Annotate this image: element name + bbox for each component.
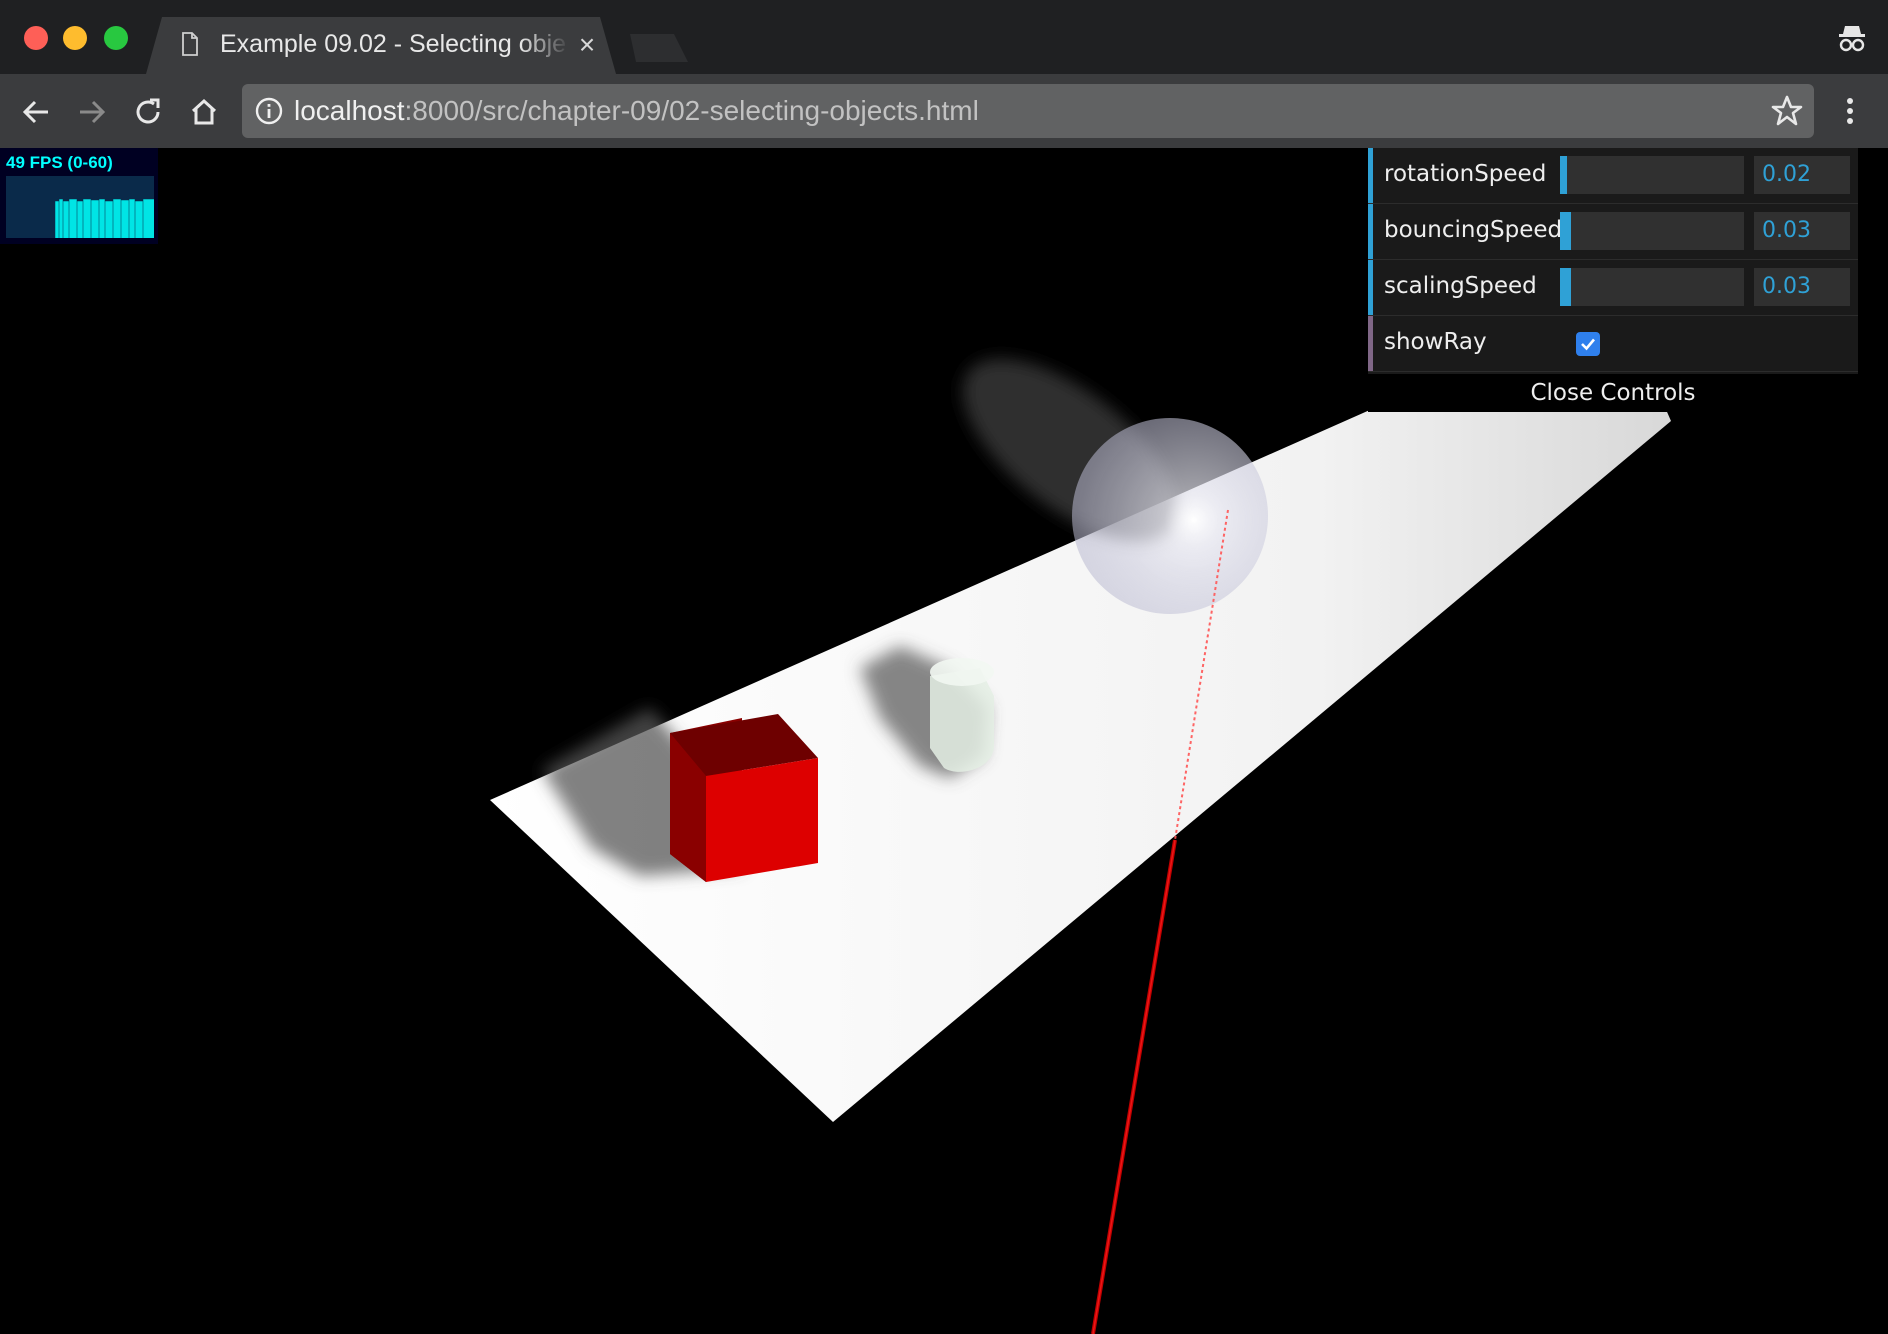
row-accent [1368,204,1373,259]
red-cube[interactable] [670,714,818,882]
window-minimize-button[interactable] [63,26,87,50]
fps-graph [6,176,155,238]
tab-title: Example 09.02 - Selecting objects [220,30,565,58]
control-row-show-ray: showRay [1368,316,1858,372]
show-ray-checkbox[interactable] [1576,332,1600,356]
close-controls-button[interactable]: Close Controls [1368,374,1858,412]
reload-icon[interactable] [128,92,168,132]
slider-fill [1560,268,1572,306]
control-label: rotationSpeed [1384,161,1547,187]
cylinder[interactable] [930,658,994,772]
row-accent [1368,148,1373,203]
checkmark-icon [1581,338,1595,351]
tab-close-icon[interactable]: × [574,28,600,62]
info-icon[interactable] [254,96,284,126]
slider-fill [1560,156,1568,194]
row-accent [1368,316,1373,371]
url-path: :8000/src/chapter-09/02-selecting-object… [404,95,979,126]
control-label: bouncingSpeed [1384,217,1563,243]
document-icon [182,32,198,56]
control-row-bouncing-speed: bouncingSpeed 0.03 [1368,204,1858,260]
forward-arrow-icon[interactable] [72,92,112,132]
kebab-menu-icon[interactable] [1840,94,1860,128]
window-zoom-button[interactable] [104,26,128,50]
control-row-scaling-speed: scalingSpeed 0.03 [1368,260,1858,316]
row-accent [1368,260,1373,315]
bouncing-speed-slider[interactable] [1560,212,1744,250]
url-host: localhost [294,95,405,126]
window-close-button[interactable] [24,26,48,50]
rotation-speed-slider[interactable] [1560,156,1744,194]
control-label: scalingSpeed [1384,273,1537,299]
scaling-speed-slider[interactable] [1560,268,1744,306]
address-url[interactable]: localhost:8000/src/chapter-09/02-selecti… [294,94,979,128]
webgl-canvas[interactable]: 49 FPS (0-60) rotationSpeed 0.02 bouncin… [0,148,1888,1334]
sphere[interactable] [1072,418,1268,614]
back-arrow-icon[interactable] [16,92,56,132]
control-row-rotation-speed: rotationSpeed 0.02 [1368,148,1858,204]
incognito-icon [1836,22,1868,54]
bouncing-speed-input[interactable]: 0.03 [1754,212,1850,250]
dat-gui-panel: rotationSpeed 0.02 bouncingSpeed 0.03 sc… [1368,148,1858,412]
slider-fill [1560,212,1572,250]
rotation-speed-input[interactable]: 0.02 [1754,156,1850,194]
control-label: showRay [1384,329,1487,355]
scaling-speed-input[interactable]: 0.03 [1754,268,1850,306]
fps-stats-panel[interactable]: 49 FPS (0-60) [0,148,158,244]
home-icon[interactable] [184,92,224,132]
star-icon[interactable] [1770,94,1804,128]
tab-title-fade [520,28,570,62]
fps-readout: 49 FPS (0-60) [6,153,113,172]
